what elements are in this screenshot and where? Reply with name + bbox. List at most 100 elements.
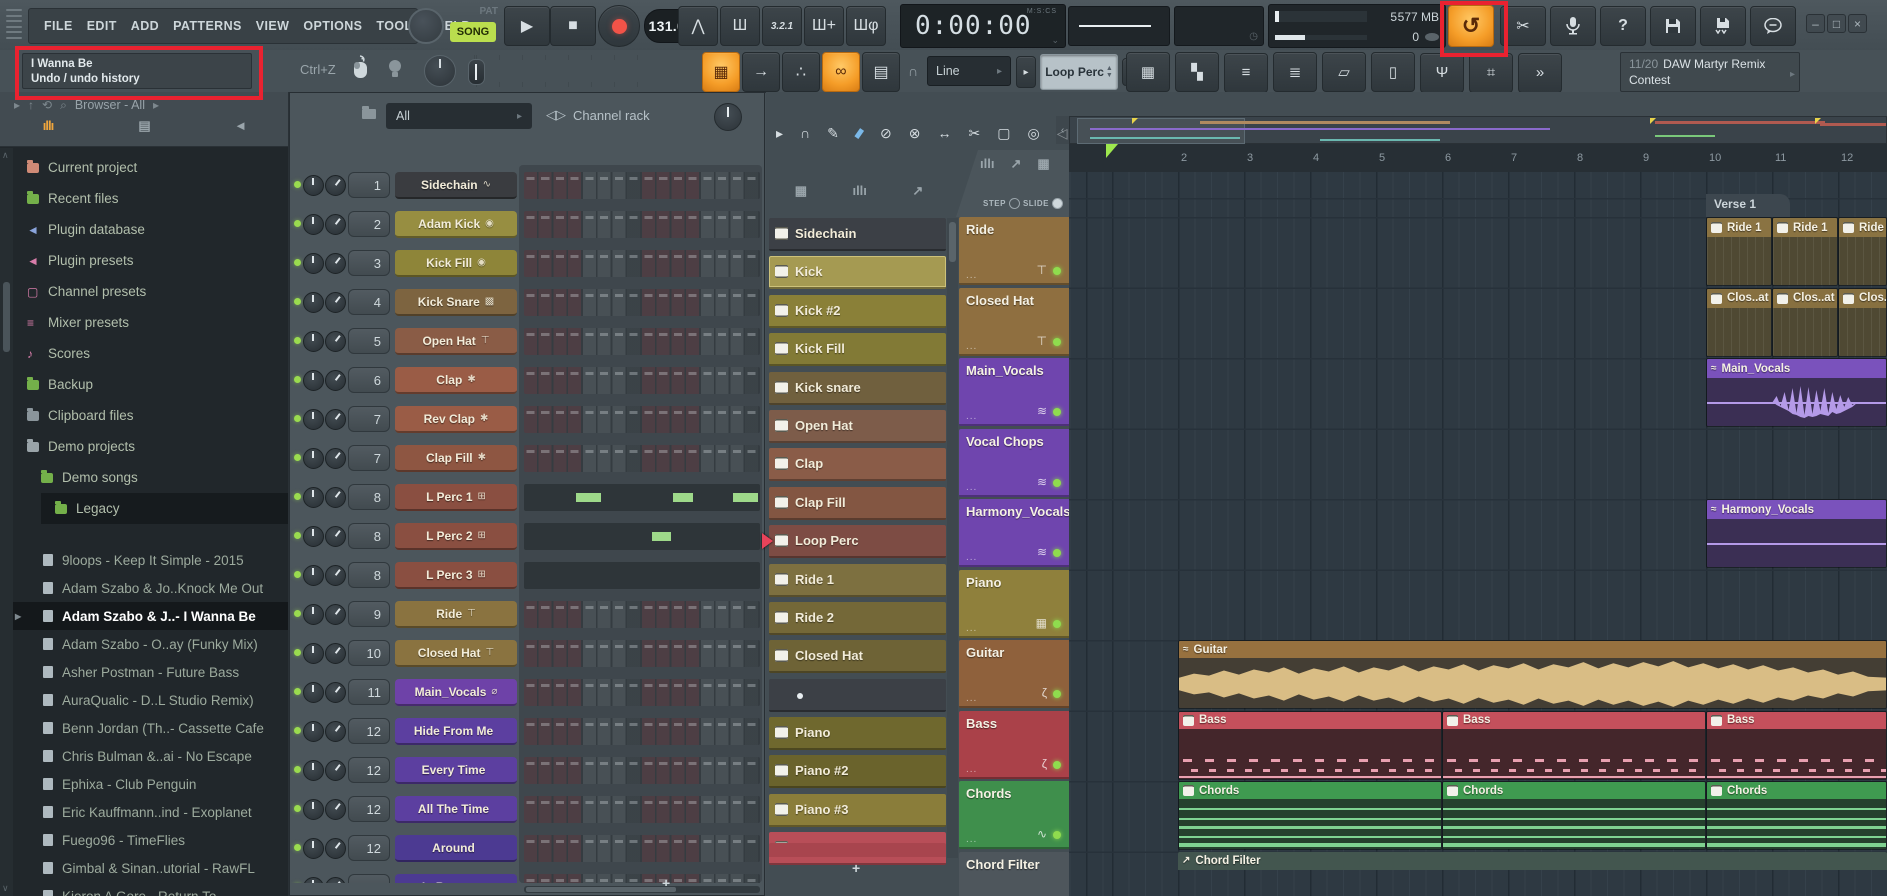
channel-mixer-track-box[interactable]: 9 — [348, 601, 390, 627]
picker-pattern-item[interactable]: Loop Perc — [769, 525, 946, 558]
track-options-dots[interactable]: ... — [966, 552, 977, 563]
channel-pan-knob[interactable] — [303, 175, 324, 196]
window-toggle-button[interactable]: ▚ — [1175, 52, 1219, 92]
pattern-grip-icon[interactable] — [775, 649, 788, 662]
loop-record-button[interactable]: Ш+ — [804, 6, 844, 46]
step-edit-button[interactable]: ∴ — [782, 52, 820, 92]
pattern-selector[interactable]: Loop Perc ▲▼ — [1040, 54, 1118, 90]
browser-scrollbar[interactable]: ∧∨ — [0, 148, 13, 896]
channel-mixer-track-box[interactable]: 7 — [348, 406, 390, 432]
pattern-grip-icon[interactable] — [775, 726, 788, 739]
channel-enable-led[interactable] — [294, 493, 301, 500]
channel-mixer-track-box[interactable]: 12 — [348, 757, 390, 783]
picker-add-button[interactable]: + — [852, 860, 860, 876]
channel-enable-led[interactable] — [294, 376, 301, 383]
browser-category-item[interactable]: ▢ Channel presets — [13, 276, 288, 307]
channel-enable-led[interactable] — [294, 766, 301, 773]
pattern-clip-ride1[interactable]: Ride 1 — [1706, 217, 1772, 286]
pattern-clip-bass[interactable]: Bass — [1178, 711, 1442, 780]
picker-pattern-item-clipped[interactable] — [769, 843, 946, 857]
channel-mixer-track-box[interactable]: 12 — [348, 718, 390, 744]
pattern-clip-bass[interactable]: Bass — [1442, 711, 1706, 780]
channel-volume-knob[interactable] — [325, 331, 346, 352]
picker-scrollbar[interactable] — [947, 218, 958, 858]
stepseq-piano-toggle-button[interactable]: ▦ — [702, 52, 740, 92]
menu-item[interactable]: VIEW — [249, 19, 297, 33]
channel-step-sequencer[interactable] — [524, 835, 760, 862]
browser-category-item[interactable]: Recent files — [13, 183, 288, 214]
pattern-grip-icon[interactable] — [775, 304, 788, 317]
audio-clip-harmony-vocals[interactable]: ≈Harmony_Vocals — [1706, 499, 1887, 568]
track-header[interactable]: Closed Hat ... ⊤ — [959, 288, 1069, 356]
channel-pan-knob[interactable] — [303, 331, 324, 352]
zoom-tool-icon[interactable]: ◎ — [1027, 125, 1039, 142]
channel-pan-knob[interactable] — [303, 604, 324, 625]
channel-step-sequencer[interactable] — [524, 523, 760, 550]
graph-slide-icon[interactable]: ↗ — [1010, 156, 1021, 172]
track-enable-led[interactable] — [1053, 549, 1061, 557]
channel-step-sequencer[interactable] — [524, 601, 760, 628]
channel-step-sequencer[interactable] — [524, 445, 760, 472]
time-chevron-icon[interactable]: ⌄ — [1051, 35, 1059, 46]
channel-mixer-track-box[interactable]: 12 — [348, 796, 390, 822]
channel-volume-knob[interactable] — [325, 643, 346, 664]
channel-step-sequencer[interactable] — [524, 562, 760, 589]
channel-step-sequencer[interactable] — [524, 367, 760, 394]
pattern-clip-ride1-clipped[interactable]: Ride — [1838, 217, 1887, 286]
project-info-panel[interactable]: 11/20DAW Martyr Remix Contest ▸ — [1620, 52, 1800, 92]
browser-file-item[interactable]: AuraQualic - D..L Studio Remix) — [13, 686, 288, 714]
channel-enable-led[interactable] — [294, 688, 301, 695]
channel-pan-knob[interactable] — [303, 370, 324, 391]
channel-step-sequencer[interactable] — [524, 172, 760, 199]
multilink-controllers-button[interactable]: ∞ — [822, 52, 860, 92]
channel-mixer-track-box[interactable]: 7 — [348, 445, 390, 471]
wait-for-input-button[interactable]: Ш — [720, 6, 760, 46]
channel-pan-knob[interactable] — [303, 682, 324, 703]
picker-tab-automation[interactable]: ↗ — [912, 183, 923, 199]
track-enable-led[interactable] — [1053, 338, 1061, 346]
pattern-grip-icon[interactable] — [775, 764, 788, 777]
step-overdub-button[interactable]: Шφ — [846, 6, 886, 46]
channel-enable-led[interactable] — [294, 805, 301, 812]
channel-button[interactable]: Adam Kick ◉ — [395, 211, 517, 238]
metronome-monitor-icon[interactable]: ∩ — [908, 63, 918, 79]
track-enable-led[interactable] — [1053, 831, 1061, 839]
pat-song-switch[interactable]: PAT SONG — [450, 5, 500, 45]
rack-volume-knob[interactable] — [714, 103, 742, 131]
pattern-selector-value[interactable]: Loop Perc — [1045, 65, 1104, 79]
channel-button[interactable]: Around — [395, 835, 517, 862]
time-display-panel[interactable]: 0:00:00 M:S:CS ⌄ — [900, 4, 1066, 48]
audio-clip-guitar[interactable]: ≈Guitar — [1178, 640, 1887, 709]
delete-tool-icon[interactable]: ⊘ — [880, 125, 892, 142]
channel-step-sequencer[interactable] — [524, 406, 760, 433]
track-header[interactable]: Chords ... ∿ — [959, 781, 1069, 849]
pattern-grip-icon[interactable] — [775, 419, 788, 432]
playlist-minimap[interactable] — [1069, 116, 1887, 144]
maximize-button[interactable]: □ — [1827, 14, 1846, 33]
browser-category-item[interactable]: ◄ Plugin database — [13, 214, 288, 245]
channel-rack-title[interactable]: ◁▷Channel rack — [546, 107, 650, 123]
channel-volume-knob[interactable] — [325, 487, 346, 508]
pattern-spinner[interactable]: ▲▼ — [1106, 65, 1113, 79]
track-header[interactable]: Guitar ... ζ — [959, 640, 1069, 708]
undo-history-button[interactable]: ↺ — [1448, 5, 1494, 47]
window-toggle-button[interactable]: ▱ — [1322, 52, 1366, 92]
channel-mixer-track-box[interactable]: 10 — [348, 640, 390, 666]
cut-tool-button[interactable]: ✂ — [1500, 6, 1546, 46]
browser-refresh-icon[interactable]: ⟲ — [42, 98, 52, 112]
channel-button[interactable]: Main_Vocals ⌀ — [395, 679, 517, 706]
channel-button[interactable]: Hide From Me — [395, 718, 517, 745]
channel-pan-knob[interactable] — [303, 487, 324, 508]
main-volume-knob[interactable] — [408, 8, 444, 44]
track-header[interactable]: Vocal Chops ... ≋ — [959, 429, 1069, 497]
channel-button[interactable]: Closed Hat ⊤ — [395, 640, 517, 667]
tap-tempo-button[interactable]: ⋀ — [678, 6, 718, 46]
channel-filter-value[interactable]: All — [396, 109, 410, 123]
channel-step-sequencer[interactable] — [524, 289, 760, 316]
slice-tool-icon[interactable]: ✂ — [969, 125, 981, 142]
picker-pattern-item[interactable]: Clap Fill — [769, 487, 946, 520]
channel-button[interactable]: All The Time — [395, 796, 517, 823]
automation-clip-chord-filter[interactable]: ↗Chord Filter — [1178, 852, 1887, 896]
browser-category-item[interactable]: Current project — [13, 152, 288, 183]
pattern-grip-icon[interactable] — [775, 611, 788, 624]
